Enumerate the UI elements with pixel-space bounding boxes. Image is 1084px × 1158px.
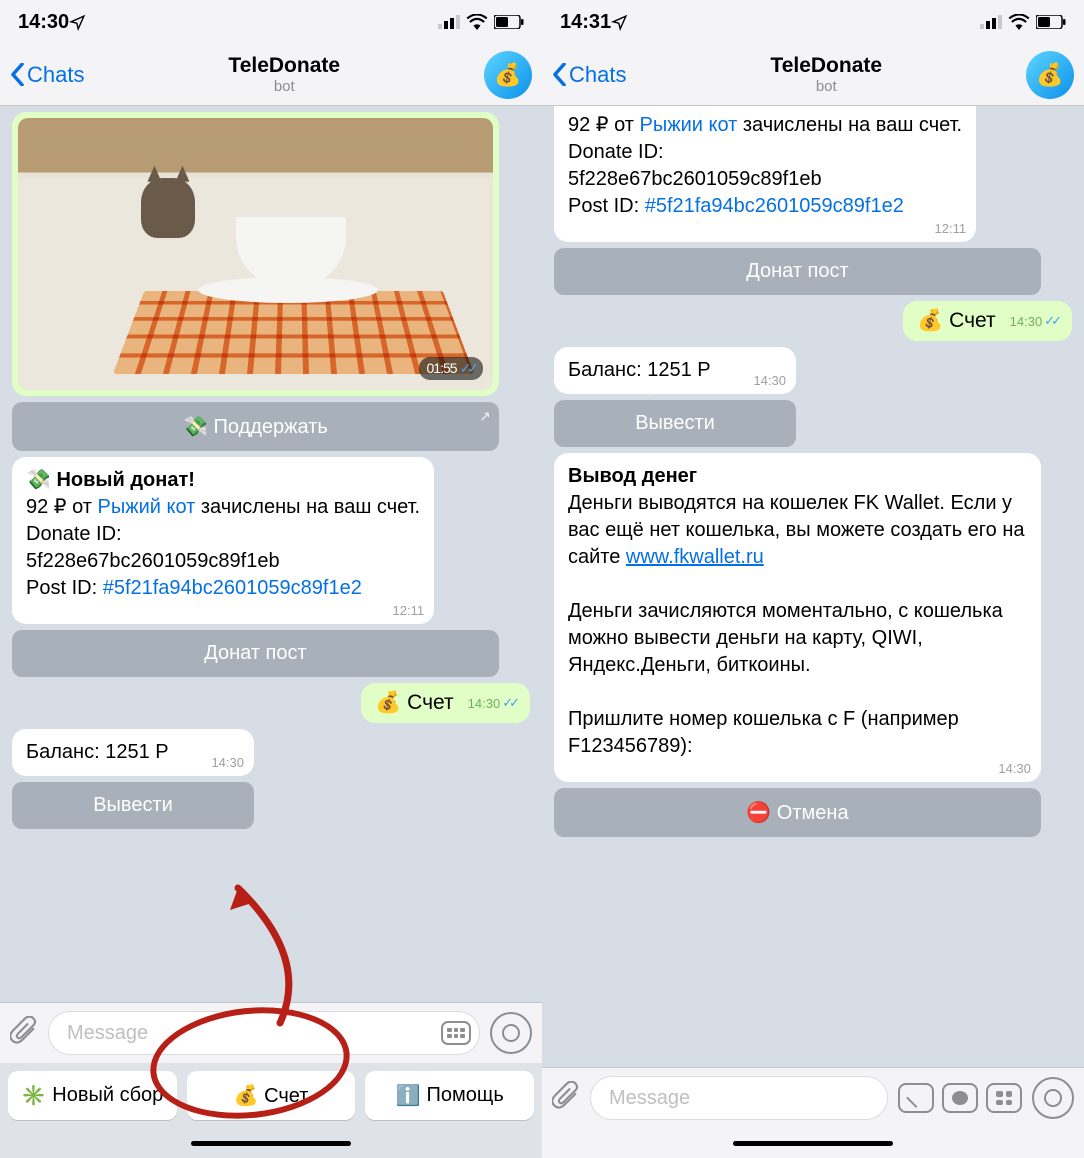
- withdraw-button[interactable]: Вывести: [554, 400, 796, 447]
- message-time: 14:30: [211, 754, 244, 772]
- video-preview: 01:55 ✓✓: [18, 118, 493, 390]
- input-bar: Message: [542, 1067, 1084, 1128]
- attach-icon[interactable]: [552, 1081, 580, 1116]
- battery-icon: [494, 15, 524, 29]
- donate-id: 5f228e67bc2601059c89f1eb: [26, 550, 280, 572]
- nav-title[interactable]: TeleDonate bot: [84, 54, 484, 95]
- home-indicator[interactable]: [542, 1128, 1084, 1158]
- back-button[interactable]: Chats: [552, 62, 626, 88]
- nav-header: Chats TeleDonate bot 💰: [0, 44, 542, 106]
- chat-title: TeleDonate: [626, 54, 1026, 78]
- balance-message[interactable]: Баланс: 1251 Р 14:30: [12, 729, 254, 776]
- donate-post-button[interactable]: Донат пост: [554, 248, 1041, 295]
- media-message[interactable]: 01:55 ✓✓: [12, 112, 499, 396]
- avatar[interactable]: 💰: [484, 51, 532, 99]
- phone-left: 14:30 Chats TeleDonate bot 💰: [0, 0, 542, 1158]
- wifi-icon: [466, 14, 488, 30]
- cellular-icon: [980, 15, 1002, 29]
- withdraw-button[interactable]: Вывести: [12, 782, 254, 829]
- chat-subtitle: bot: [84, 78, 484, 95]
- command-mode-icon[interactable]: [898, 1083, 934, 1113]
- phone-right: 14:31 Chats TeleDonate bot 💰 92 ₽ от Рыж…: [542, 0, 1084, 1158]
- cellular-icon: [438, 15, 460, 29]
- nav-header: Chats TeleDonate bot 💰: [542, 44, 1084, 106]
- voice-button[interactable]: [1032, 1077, 1074, 1119]
- location-arrow-icon: [69, 14, 86, 31]
- chat-area[interactable]: 01:55 ✓✓ 💸 Поддержать ↗ 💸 Новый донат! 9…: [0, 106, 542, 1002]
- voice-button[interactable]: [490, 1012, 532, 1054]
- donor-link[interactable]: Рыжий кот: [97, 496, 195, 518]
- message-time: 14:30: [998, 760, 1031, 778]
- input-bar: Message: [0, 1002, 542, 1063]
- message-time: 12:11: [393, 602, 425, 620]
- home-indicator[interactable]: [0, 1128, 542, 1158]
- attach-icon[interactable]: [10, 1016, 38, 1051]
- read-checks-icon: ✓✓: [459, 360, 474, 376]
- account-sent-message[interactable]: 💰 Счет 14:30 ✓✓: [361, 683, 530, 723]
- support-button[interactable]: 💸 Поддержать ↗: [12, 402, 499, 451]
- chat-subtitle: bot: [626, 78, 1026, 95]
- donation-title: 💸 Новый донат!: [26, 469, 195, 491]
- battery-icon: [1036, 15, 1066, 29]
- nav-title[interactable]: TeleDonate bot: [626, 54, 1026, 95]
- cancel-button[interactable]: ⛔ Отмена: [554, 788, 1041, 837]
- post-id-link[interactable]: #5f21fa94bc2601059c89f1e2: [645, 195, 904, 217]
- back-label: Chats: [27, 62, 84, 88]
- wifi-icon: [1008, 14, 1030, 30]
- cat-illustration: [141, 178, 195, 238]
- donate-id: 5f228e67bc2601059c89f1eb: [568, 168, 822, 190]
- status-bar: 14:31: [542, 0, 1084, 44]
- avatar[interactable]: 💰: [1026, 51, 1074, 99]
- donation-message-partial[interactable]: 92 ₽ от Рыжии кот зачислены на ваш счет.…: [554, 106, 976, 242]
- sticker-mode-icon[interactable]: [942, 1083, 978, 1113]
- chat-area[interactable]: 92 ₽ от Рыжии кот зачислены на ваш счет.…: [542, 106, 1084, 1067]
- external-arrow-icon: ↗: [479, 408, 491, 425]
- message-time: 12:11: [935, 220, 967, 238]
- status-time: 14:30: [18, 11, 69, 34]
- fkwallet-link[interactable]: www.fkwallet.ru: [626, 546, 764, 568]
- input-placeholder: Message: [67, 1022, 148, 1045]
- balance-message[interactable]: Баланс: 1251 Р 14:30: [554, 347, 796, 394]
- video-duration: 01:55 ✓✓: [419, 357, 483, 380]
- back-button[interactable]: Chats: [10, 62, 84, 88]
- message-input[interactable]: Message: [590, 1076, 888, 1120]
- message-input[interactable]: Message: [48, 1011, 480, 1055]
- donor-link[interactable]: Рыжии кот: [639, 114, 737, 136]
- status-time: 14:31: [560, 11, 611, 34]
- chevron-left-icon: [552, 63, 567, 86]
- custom-keyboard: ✳️ Новый сбор 💰 Счет ℹ️ Помощь: [0, 1063, 542, 1128]
- chat-title: TeleDonate: [84, 54, 484, 78]
- kbd-new-collection[interactable]: ✳️ Новый сбор: [8, 1071, 177, 1120]
- withdraw-title: Вывод денег: [568, 465, 697, 487]
- read-checks-icon: ✓✓: [502, 695, 516, 711]
- account-sent-message[interactable]: 💰 Счет 14:30 ✓✓: [903, 301, 1072, 341]
- keyboard-toggle-icon[interactable]: [441, 1021, 471, 1045]
- kbd-account[interactable]: 💰 Счет: [187, 1071, 356, 1120]
- back-label: Chats: [569, 62, 626, 88]
- kbd-help[interactable]: ℹ️ Помощь: [365, 1071, 534, 1120]
- withdraw-info-message[interactable]: Вывод денег Деньги выводятся на кошелек …: [554, 453, 1041, 782]
- location-arrow-icon: [611, 14, 628, 31]
- read-checks-icon: ✓✓: [1044, 313, 1058, 329]
- post-id-link[interactable]: #5f21fa94bc2601059c89f1e2: [103, 577, 362, 599]
- message-time: 14:30: [753, 372, 786, 390]
- input-placeholder: Message: [609, 1087, 690, 1110]
- keyboard-mode-icon[interactable]: [986, 1083, 1022, 1113]
- chevron-left-icon: [10, 63, 25, 86]
- donate-post-button[interactable]: Донат пост: [12, 630, 499, 677]
- status-bar: 14:30: [0, 0, 542, 44]
- donation-message[interactable]: 💸 Новый донат! 92 ₽ от Рыжий кот зачисле…: [12, 457, 434, 624]
